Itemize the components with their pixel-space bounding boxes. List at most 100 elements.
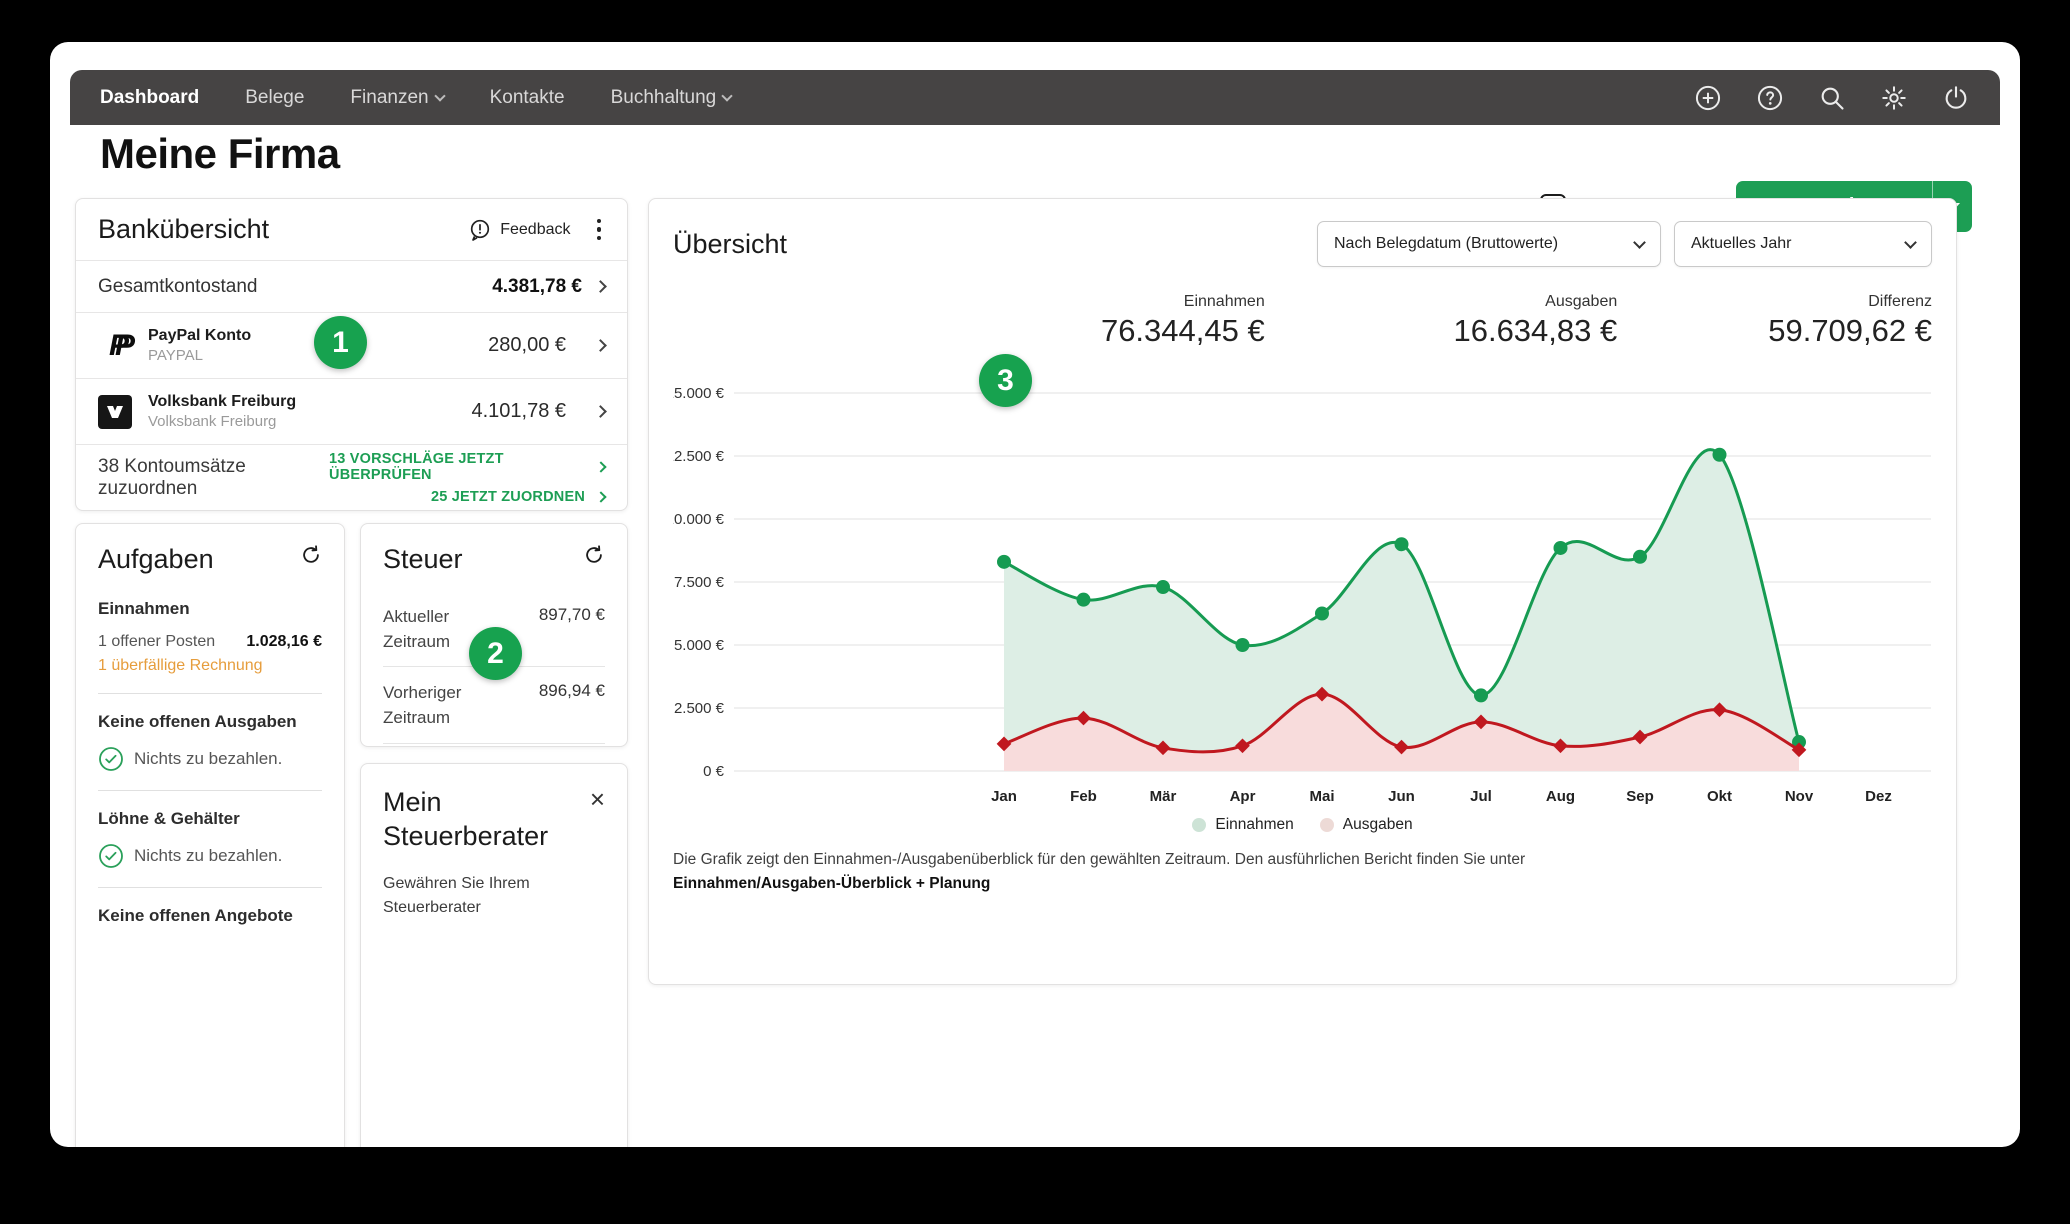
chart-footnote: Die Grafik zeigt den Einnahmen-/Ausgaben… [673, 848, 1932, 896]
tasks-card: Aufgaben Einnahmen 1 offener Posten 1.02… [75, 523, 345, 1147]
overview-title: Übersicht [673, 229, 787, 260]
legend-item-ausgaben: Ausgaben [1320, 816, 1413, 834]
overview-card: Übersicht Nach Belegdatum (Bruttowerte) … [648, 198, 1957, 985]
stat-differenz: Differenz 59.709,62 € [1617, 293, 1932, 349]
refresh-icon[interactable] [300, 544, 322, 571]
open-item-label: 1 offener Posten [98, 633, 215, 651]
nav-item-label: Dashboard [100, 87, 199, 109]
tax-advisor-card: Mein Steuerberater × Gewähren Sie Ihrem … [360, 763, 628, 1147]
app-window: Dashboard Belege Finanzen Kontakte Buchh… [50, 42, 2020, 1147]
svg-text:2.500 €: 2.500 € [674, 700, 725, 717]
close-icon[interactable]: × [590, 786, 605, 812]
stat-label: Einnahmen [1184, 293, 1265, 311]
svg-text:Sep: Sep [1626, 788, 1654, 805]
footnote-report-link[interactable]: Einnahmen/Ausgaben-Überblick + Planung [673, 875, 990, 892]
nav-item-dashboard[interactable]: Dashboard [100, 87, 199, 109]
overdue-invoice-link[interactable]: 1 überfällige Rechnung [98, 657, 322, 675]
open-item-value: 1.028,16 € [246, 633, 322, 651]
add-icon[interactable] [1694, 84, 1722, 112]
unassigned-transactions-label: 38 Kontoumsätze zuzuordnen [98, 456, 329, 500]
total-balance-row[interactable]: Gesamtkontostand 4.381,78 € [76, 260, 627, 312]
svg-text:Aug: Aug [1546, 788, 1575, 805]
overview-header: Übersicht Nach Belegdatum (Bruttowerte) … [673, 221, 1932, 267]
legend-swatch [1320, 818, 1334, 832]
svg-text:Jun: Jun [1388, 788, 1415, 805]
chevron-right-icon [595, 461, 606, 472]
check-circle-icon [98, 843, 124, 869]
expenses-section-header: Keine offenen Ausgaben [98, 712, 322, 732]
bank-account-row-volksbank[interactable]: Volksbank Freiburg Volksbank Freiburg 4.… [76, 378, 627, 444]
paypal-icon: PP [98, 331, 132, 361]
legend-item-einnahmen: Einnahmen [1192, 816, 1293, 834]
nav-item-buchhaltung[interactable]: Buchhaltung [611, 87, 732, 109]
nav-item-label: Belege [245, 87, 304, 109]
nav-item-belege[interactable]: Belege [245, 87, 304, 109]
feedback-icon [468, 218, 492, 242]
nav-item-label: Kontakte [490, 87, 565, 109]
tax-period-value: 896,94 € [539, 681, 605, 730]
overview-stats: Einnahmen 76.344,45 € Ausgaben 16.634,83… [673, 293, 1932, 349]
link-label: 13 VORSCHLÄGE JETZT ÜBERPRÜFEN [329, 451, 585, 483]
chevron-down-icon [1904, 236, 1917, 249]
expenses-status-text: Nichts zu bezahlen. [134, 749, 282, 769]
total-balance-label: Gesamtkontostand [98, 276, 257, 298]
chevron-right-icon [595, 491, 606, 502]
account-name: PayPal Konto [148, 327, 251, 345]
callout-badge-3: 3 [979, 354, 1032, 407]
kebab-menu-icon[interactable] [593, 217, 606, 243]
nav-item-kontakte[interactable]: Kontakte [490, 87, 565, 109]
search-icon[interactable] [1818, 84, 1846, 112]
chart-legend: Einnahmen Ausgaben [673, 816, 1932, 834]
bank-card-header: Bankübersicht Feedback [76, 199, 627, 260]
svg-text:10.000 €: 10.000 € [673, 511, 725, 528]
stat-value: 76.344,45 € [1101, 313, 1265, 349]
svg-text:7.500 €: 7.500 € [674, 574, 725, 591]
income-expense-chart: 0 €2.500 €5.000 €7.500 €10.000 €12.500 €… [673, 363, 1932, 814]
legend-label: Einnahmen [1215, 816, 1293, 834]
refresh-icon[interactable] [583, 544, 605, 571]
divider [98, 790, 322, 791]
advisor-teaser-text: Gewähren Sie Ihrem Steuerberater [383, 872, 605, 920]
open-item-row[interactable]: 1 offener Posten 1.028,16 € [98, 633, 322, 651]
svg-text:Mai: Mai [1309, 788, 1334, 805]
wages-section-header: Löhne & Gehälter [98, 809, 322, 829]
legend-swatch [1192, 818, 1206, 832]
assign-now-link[interactable]: 25 JETZT ZUORDNEN [431, 489, 605, 505]
svg-text:Jul: Jul [1470, 788, 1492, 805]
nav-item-finanzen[interactable]: Finanzen [350, 87, 443, 109]
chevron-down-icon [434, 90, 445, 101]
chevron-right-icon [594, 405, 607, 418]
account-subtitle: PAYPAL [148, 347, 251, 364]
tasks-card-title: Aufgaben [98, 544, 214, 575]
date-basis-select[interactable]: Nach Belegdatum (Bruttowerte) [1317, 221, 1661, 267]
power-icon[interactable] [1942, 84, 1970, 112]
overview-chart-svg: 0 €2.500 €5.000 €7.500 €10.000 €12.500 €… [673, 363, 1934, 809]
volksbank-icon [98, 395, 132, 429]
account-balance: 4.101,78 € [471, 400, 566, 423]
stat-label: Ausgaben [1545, 293, 1617, 311]
svg-text:15.000 €: 15.000 € [673, 385, 725, 402]
svg-text:5.000 €: 5.000 € [674, 637, 725, 654]
divider [98, 887, 322, 888]
period-value: Aktuelles Jahr [1691, 235, 1792, 253]
stat-einnahmen: Einnahmen 76.344,45 € [673, 293, 1265, 349]
svg-text:Nov: Nov [1785, 788, 1814, 805]
tax-card-header: Steuer [383, 544, 605, 575]
feedback-button[interactable]: Feedback [468, 218, 570, 242]
period-select[interactable]: Aktuelles Jahr [1674, 221, 1932, 267]
chevron-down-icon [722, 90, 733, 101]
wages-status-text: Nichts zu bezahlen. [134, 846, 282, 866]
svg-text:Dez: Dez [1865, 788, 1892, 805]
svg-text:Mär: Mär [1150, 788, 1177, 805]
svg-text:0 €: 0 € [703, 763, 725, 780]
help-icon[interactable] [1756, 84, 1784, 112]
account-balance: 280,00 € [488, 334, 566, 357]
settings-icon[interactable] [1880, 84, 1908, 112]
bank-card-footer: 38 Kontoumsätze zuzuordnen 13 VORSCHLÄGE… [76, 444, 627, 510]
callout-badge-1: 1 [314, 316, 367, 369]
chevron-right-icon [594, 339, 607, 352]
review-suggestions-link[interactable]: 13 VORSCHLÄGE JETZT ÜBERPRÜFEN [329, 451, 605, 483]
nav-icon-group [1694, 84, 1970, 112]
nav-item-label: Buchhaltung [611, 87, 717, 109]
svg-text:Feb: Feb [1070, 788, 1097, 805]
